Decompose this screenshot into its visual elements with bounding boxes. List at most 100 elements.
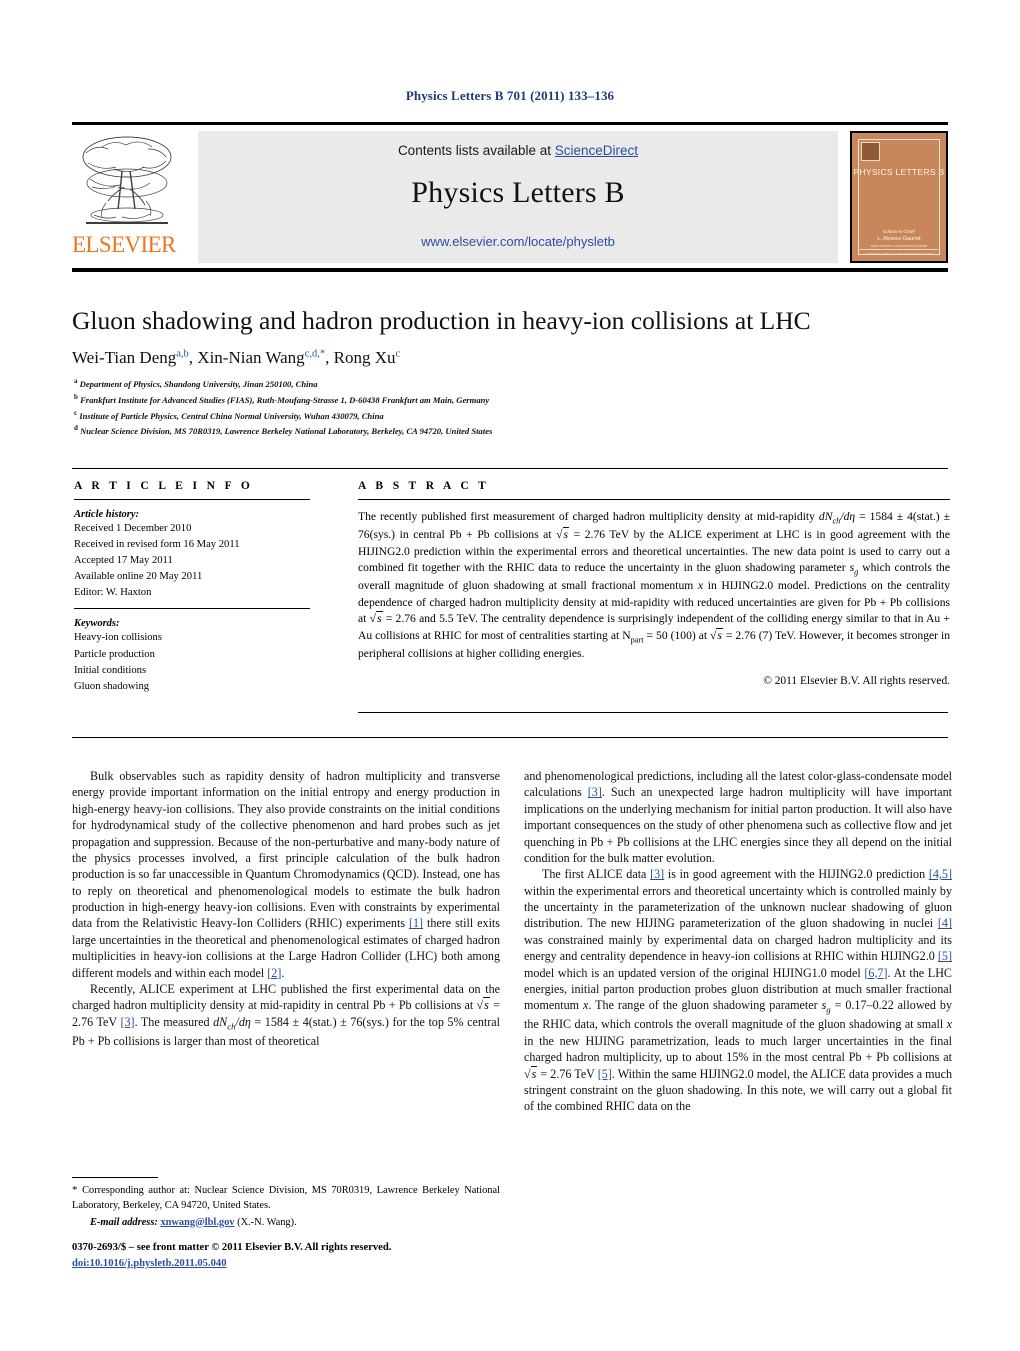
body-paragraph: The first ALICE data [3] is in good agre… bbox=[524, 866, 952, 1114]
author-name: Wei-Tian Deng bbox=[72, 348, 177, 367]
history-item: Received in revised form 16 May 2011 bbox=[74, 539, 240, 551]
author-affiliation-marks: c bbox=[395, 348, 401, 360]
sqrt-s-symbol: √s bbox=[369, 611, 383, 626]
affiliation-mark: d bbox=[74, 424, 78, 433]
body-paragraph: Bulk observables such as rapidity densit… bbox=[72, 768, 500, 981]
keyword-item: Heavy-ion collisions bbox=[74, 632, 162, 644]
affiliation-mark: c bbox=[74, 408, 78, 417]
history-item: Available online 20 May 2011 bbox=[74, 571, 203, 583]
formula-part: N bbox=[622, 628, 631, 642]
keywords-label: Keywords: bbox=[74, 618, 120, 630]
keyword-item: Gluon shadowing bbox=[74, 680, 150, 692]
paragraph-seg: Recently, ALICE experiment at LHC publis… bbox=[72, 981, 500, 1013]
keyword-item: Particle production bbox=[74, 648, 155, 660]
paragraph-seg: . bbox=[281, 965, 285, 980]
sciencedirect-link[interactable]: ScienceDirect bbox=[555, 143, 638, 158]
symbol-x: x bbox=[946, 1017, 952, 1032]
citation-link[interactable]: [3] bbox=[120, 1015, 134, 1029]
citation-link[interactable]: [1] bbox=[409, 916, 423, 930]
contents-prefix: Contents lists available at bbox=[397, 143, 555, 158]
affiliation-item: d Nuclear Science Division, MS 70R0319, … bbox=[74, 423, 954, 439]
sqrt-radicand: s bbox=[483, 997, 490, 1013]
imprint-block: 0370-2693/$ – see front matter © 2011 El… bbox=[72, 1240, 512, 1272]
abstract-seg: The recently published first measurement… bbox=[358, 510, 819, 523]
journal-title: Physics Letters B bbox=[411, 176, 625, 209]
author-affiliation-marks: c,d,* bbox=[304, 348, 326, 360]
formula-part: dN bbox=[818, 510, 833, 523]
corresponding-author-note: * Corresponding author at: Nuclear Scien… bbox=[72, 1183, 500, 1214]
formula-sub: part bbox=[630, 634, 644, 644]
article-history-label: Article history: bbox=[74, 509, 140, 520]
abstract-heading: A B S T R A C T bbox=[358, 480, 490, 492]
imprint-line: 0370-2693/$ – see front matter © 2011 El… bbox=[72, 1242, 392, 1253]
footnote-block: * Corresponding author at: Nuclear Scien… bbox=[72, 1183, 500, 1230]
cover-emblem-icon bbox=[861, 142, 880, 161]
sqrt-s-symbol: √s bbox=[710, 627, 723, 642]
email-owner: (X.-N. Wang). bbox=[234, 1216, 297, 1228]
abstract-divider bbox=[358, 499, 950, 500]
panel-bottom-rule bbox=[72, 737, 948, 738]
paragraph-seg: model which is an updated version of the… bbox=[524, 965, 865, 980]
abstract-seg: = 50 (100) at bbox=[643, 628, 711, 642]
page-title: Gluon shadowing and hadron production in… bbox=[72, 306, 811, 335]
abstract-bottom-rule bbox=[358, 712, 948, 713]
citation-link[interactable]: [4,5] bbox=[929, 867, 952, 881]
journal-cover-thumbnail[interactable]: PHYSICS LETTERS B Editors-in-Chief L. Al… bbox=[850, 131, 948, 263]
author-name: Xin-Nian Wang bbox=[197, 348, 305, 367]
author-list: Wei-Tian Denga,b, Xin-Nian Wangc,d,*, Ro… bbox=[72, 348, 952, 368]
paragraph-seg: . The measured bbox=[134, 1014, 214, 1029]
cover-subline-3: www.elsevier.com/locate/physletb bbox=[870, 244, 928, 248]
paragraph-seg: is in good agreement with the HIJING2.0 … bbox=[664, 867, 929, 882]
elsevier-wordmark: ELSEVIER bbox=[72, 232, 176, 257]
body-column-right: and phenomenological predictions, includ… bbox=[524, 768, 952, 1115]
citation-link[interactable]: [2] bbox=[267, 966, 281, 980]
sqrt-s-symbol: √s bbox=[524, 1065, 538, 1081]
doi-link[interactable]: doi:10.1016/j.physletb.2011.05.040 bbox=[72, 1258, 227, 1269]
keywords-list: Heavy-ion collisions Particle production… bbox=[74, 630, 324, 694]
affiliation-text: Department of Physics, Shandong Universi… bbox=[79, 378, 318, 389]
citation-link[interactable]: [6,7] bbox=[864, 966, 887, 980]
body-paragraph: and phenomenological predictions, includ… bbox=[524, 768, 952, 866]
email-link[interactable]: xnwang@lbl.gov bbox=[160, 1217, 234, 1228]
history-item: Received 1 December 2010 bbox=[74, 523, 192, 534]
citation-link[interactable]: [4] bbox=[938, 916, 952, 930]
journal-masthead: ELSEVIER Contents lists available at Sci… bbox=[72, 122, 948, 266]
sqrt-s-symbol: √s bbox=[476, 997, 490, 1013]
abstract-text: The recently published first measurement… bbox=[358, 509, 950, 662]
citation-link[interactable]: [5] bbox=[938, 949, 952, 963]
body-paragraph: Recently, ALICE experiment at LHC publis… bbox=[72, 981, 500, 1049]
author-affiliation-marks: a,b bbox=[176, 348, 189, 360]
sqrt-s-symbol: √s bbox=[556, 527, 570, 542]
body-column-left: Bulk observables such as rapidity densit… bbox=[72, 768, 500, 1049]
cover-journal-name: PHYSICS LETTERS B bbox=[853, 167, 945, 177]
affiliation-text: Institute of Particle Physics, Central C… bbox=[79, 410, 384, 421]
keywords-divider bbox=[74, 608, 310, 610]
cover-subline-1: Editors-in-Chief bbox=[883, 229, 915, 234]
citation-link[interactable]: [3] bbox=[588, 785, 602, 799]
masthead-top-rule bbox=[72, 122, 948, 125]
article-info-heading: A R T I C L E I N F O bbox=[74, 480, 254, 492]
corresponding-author-text: Corresponding author at: Nuclear Science… bbox=[72, 1185, 500, 1211]
contents-available-line: Contents lists available at ScienceDirec… bbox=[198, 131, 838, 158]
journal-url-link[interactable]: www.elsevier.com/locate/physletb bbox=[198, 234, 838, 249]
affiliation-mark: a bbox=[74, 377, 78, 385]
affiliation-item: c Institute of Particle Physics, Central… bbox=[74, 408, 954, 424]
paragraph-seg: . The range of the gluon shadowing param… bbox=[588, 998, 822, 1013]
keyword-item: Initial conditions bbox=[74, 664, 147, 676]
paragraph-seg: within the experimental errors and theor… bbox=[524, 883, 952, 931]
abstract-symbol-npart: Npart bbox=[622, 628, 644, 644]
affiliation-item: a Department of Physics, Shandong Univer… bbox=[74, 376, 954, 392]
citation-link[interactable]: [5] bbox=[598, 1067, 612, 1081]
author-name: Rong Xu bbox=[333, 348, 396, 367]
masthead-bottom-rule bbox=[72, 268, 948, 272]
formula-part: /dη bbox=[235, 1014, 251, 1029]
abstract-symbol-sg: sg bbox=[850, 561, 859, 576]
cover-subline-2: L. Alvarez-Gaumé bbox=[877, 236, 921, 242]
formula-dnch: dNch/dη bbox=[213, 1014, 251, 1031]
article-info-block: A R T I C L E I N F O Article history: R… bbox=[74, 480, 324, 695]
abstract-block: A B S T R A C T The recently published f… bbox=[358, 480, 950, 687]
email-note: E-mail address: xnwang@lbl.gov (X.-N. Wa… bbox=[72, 1216, 500, 1231]
citation-link[interactable]: [3] bbox=[650, 867, 664, 881]
paragraph-seg: = 2.76 TeV bbox=[537, 1066, 598, 1081]
formula-part: dN bbox=[213, 1014, 228, 1029]
